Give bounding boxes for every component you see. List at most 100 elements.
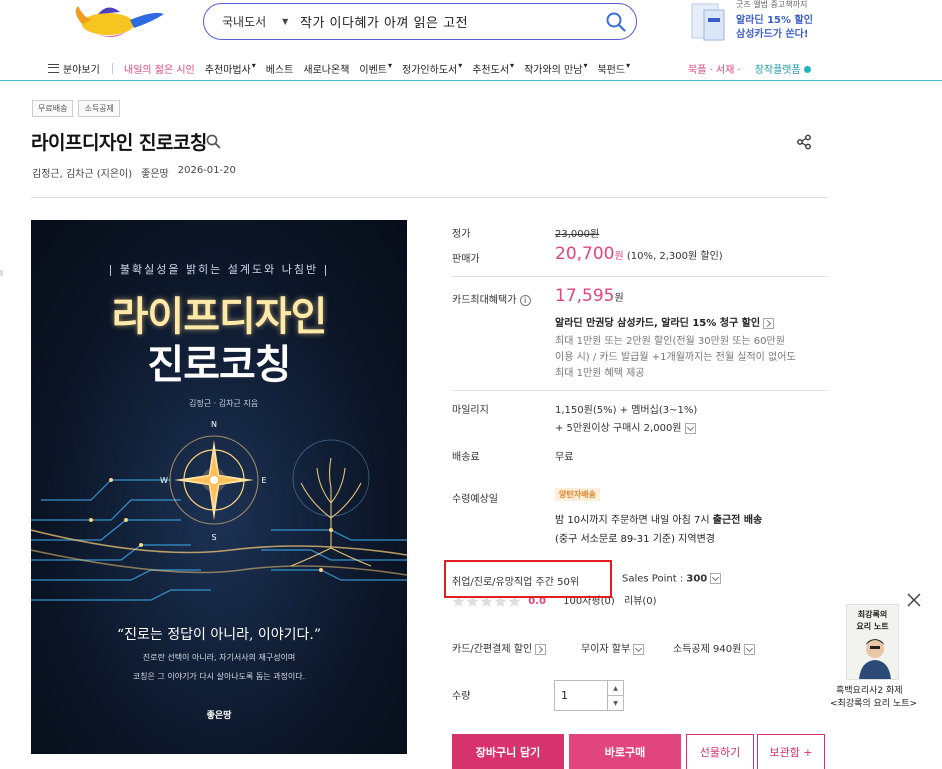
book-cover-image[interactable]: | 불확실성을 밝히는 설계도와 나침반 | 라이프디자인 진로코칭 김정근 ·… [31, 220, 407, 754]
sale-price-note: (10%, 2,300원 할인) [626, 251, 723, 262]
scroll-marker [0, 270, 3, 276]
compass-s-label: S [211, 533, 216, 542]
installment-link[interactable]: 무이자 할부 [581, 640, 645, 655]
category-menu-button[interactable]: 분야보기 [48, 61, 100, 76]
search-category-select[interactable]: 국내도서 ▼ [204, 13, 294, 30]
badge-free-shipping: 무료배송 [32, 100, 74, 117]
divider [31, 197, 827, 198]
sale-price-label: 판매가 [452, 254, 480, 265]
compass-e-label: E [261, 476, 266, 485]
side-book-title1: 최강록의 [857, 610, 888, 619]
card-price-group: 17,595원 [555, 286, 624, 306]
cover-author: 김정근 · 김차근 지음 [189, 399, 259, 408]
sale-price: 20,700 [555, 244, 615, 264]
badge-tax-deduction: 소득공제 [78, 100, 120, 117]
search-input[interactable]: 작가 이다혜가 아껴 읽은 고전 [294, 12, 596, 31]
nav-item[interactable]: 추천마법사 [205, 61, 251, 76]
caret-down-icon: ▾ [510, 60, 515, 70]
card-promo-line4: 최대 1만원 혜택 제공 [555, 368, 645, 379]
page-title: 라이프디자인 진로코칭 [31, 132, 207, 154]
delivery-line1-text: 밤 10시까지 주문하면 내일 아침 7시 [555, 515, 713, 526]
wishlist-button[interactable]: 보관함 + [757, 734, 825, 769]
global-nav: 분야보기 내일의 젊은 시인 추천마법사 ▾ 베스트 새로나온책 이벤트 ▾ 정가인하도서 ▾ 추… [0, 56, 942, 80]
cover-title-line2: 진로코칭 [147, 342, 291, 388]
chevron-down-icon [633, 643, 645, 655]
card-promo-line1: 알라딘 만권당 삼성카드, 알라딘 15% 청구 할인 [555, 314, 775, 329]
caret-down-icon: ▾ [583, 60, 588, 70]
banner-line3: 삼성카드가 쏜다! [736, 29, 809, 40]
quantity-down-icon[interactable]: ▼ [608, 696, 623, 710]
cover-quote: “진로는 정답이 아니라, 이야기다.” [116, 627, 321, 643]
cover-subtext2: 코칭은 그 이야기가 다시 살아나도록 돕는 과정이다. [132, 672, 306, 681]
nav-item[interactable]: 추천도서 [472, 61, 509, 76]
cover-tagline: | 불확실성을 밝히는 설계도와 나침반 | [108, 263, 330, 276]
category-menu-label: 분야보기 [63, 64, 100, 76]
divider [452, 276, 827, 277]
delivery-line1-bold: 출근전 배송 [712, 515, 763, 526]
banner-line2: 알라딘 15% 할인 [736, 15, 813, 26]
mileage-line1: 1,150원(5%) + 멤버십(3~1%) [555, 405, 698, 416]
nav-item[interactable]: 내일의 젊은 시인 [124, 61, 195, 76]
caret-down-icon: ▾ [626, 60, 631, 70]
publisher-link[interactable]: 좋은땅 [141, 165, 169, 180]
sales-point-label: Sales Point : [622, 573, 684, 585]
nav-underline [0, 80, 942, 81]
shipping-label: 배송료 [452, 452, 480, 463]
dot-icon [803, 66, 811, 73]
nav-item[interactable]: 베스트 [266, 61, 294, 76]
nav-item[interactable]: 이벤트 [359, 61, 387, 76]
mileage-label: 마일리지 [452, 405, 489, 416]
side-ad-caption2[interactable]: <최강록의 요리 노트> [830, 696, 917, 709]
shipping-value: 무료 [555, 452, 574, 463]
nav-item[interactable]: 정가인하도서 [402, 61, 457, 76]
nav-item[interactable]: 새로나온책 [303, 61, 349, 76]
chevron-right-icon[interactable] [763, 317, 775, 329]
compass-w-label: W [160, 476, 168, 485]
card-discount-link[interactable]: 카드/간편결제 할인 [452, 640, 547, 655]
mileage-line2: + 5만원이상 구매시 2,000원 [555, 423, 682, 434]
list-price: 23,000원 [555, 229, 600, 240]
compass-n-label: N [211, 420, 217, 429]
nav-right-links: 북플 · 서재 · 창작플랫폼 [688, 61, 811, 76]
caret-down-icon: ▼ [282, 17, 289, 26]
card-promo-image [691, 3, 725, 41]
cover-subtext1: 진로란 선택이 아니라, 자기서사의 재구성이며 [142, 653, 296, 662]
delivery-line2[interactable]: (중구 서소문로 89-31 기준) 지역변경 [555, 530, 715, 545]
sales-point-value: 300 [686, 573, 708, 585]
side-ad-book-image[interactable]: 최강록의 요리 노트 [846, 604, 899, 680]
banner-line1: 굿즈 앨범 중고책까지 [736, 0, 808, 9]
top-banner-ad[interactable]: 굿즈 앨범 중고책까지 알라딘 15% 할인 삼성카드가 쏜다! [690, 0, 820, 44]
rank-highlight-box [444, 560, 612, 598]
aladin-logo[interactable] [68, 0, 178, 44]
nav-link-creative-platform[interactable]: 창작플랫폼 [755, 61, 811, 76]
card-discount-label: 카드/간편결제 할인 [452, 644, 533, 655]
quantity-input[interactable]: 1 [555, 681, 607, 710]
installment-label: 무이자 할부 [581, 644, 631, 655]
buy-now-button[interactable]: 바로구매 [569, 734, 681, 769]
add-to-cart-button[interactable]: 장바구니 담기 [452, 734, 564, 769]
deduction-link[interactable]: 소득공제 940원 [673, 640, 756, 655]
list-price-label: 정가 [452, 229, 471, 240]
product-badges: 무료배송 소득공제 [32, 100, 120, 117]
chevron-down-icon[interactable] [710, 573, 722, 584]
hamburger-icon [48, 63, 59, 73]
deduction-label: 소득공제 940원 [673, 644, 742, 655]
chevron-down-icon[interactable] [684, 422, 696, 434]
gift-button[interactable]: 선물하기 [686, 734, 754, 769]
author-link[interactable]: 김정근, 김차근 (지은이) [32, 165, 132, 180]
side-ad-caption1[interactable]: 흑백요리사2 화제 [836, 683, 903, 696]
review-link[interactable]: 리뷰(0) [624, 596, 657, 607]
nav-item[interactable]: 작가와의 만남 [524, 61, 582, 76]
share-icon[interactable] [796, 134, 812, 153]
search-icon[interactable] [596, 12, 636, 32]
sale-price-unit: 원 [614, 251, 624, 262]
delivery-badge: 양탄자배송 [555, 488, 600, 501]
close-icon[interactable] [906, 592, 922, 611]
nav-link-bookple[interactable]: 북플 · 서재 · [688, 61, 741, 76]
nav-item[interactable]: 북펀드 [597, 61, 625, 76]
delivery-line1: 밤 10시까지 주문하면 내일 아침 7시 출근전 배송 [555, 511, 762, 526]
quantity-up-icon[interactable]: ▲ [608, 681, 623, 696]
person-illustration [859, 639, 891, 679]
info-icon[interactable]: i [519, 295, 531, 306]
search-icon[interactable] [206, 134, 221, 152]
